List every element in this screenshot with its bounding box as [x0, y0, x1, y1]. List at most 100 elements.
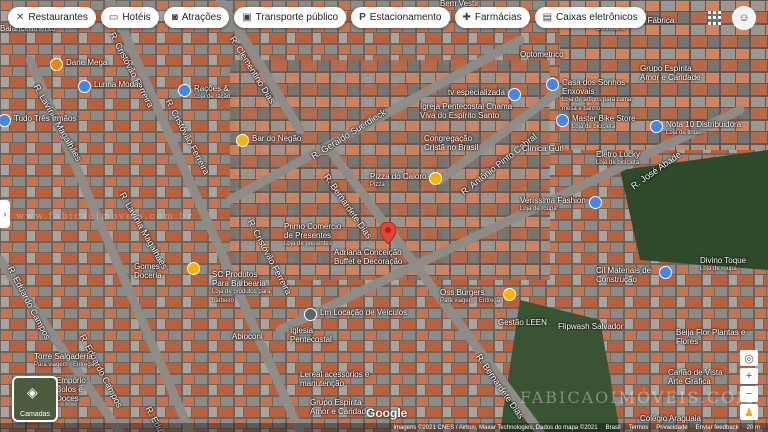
poi-marker[interactable]: Colégio Araguaia [640, 414, 701, 423]
poi-marker[interactable]: Lereal acessórios e manutenção [300, 370, 370, 388]
poi-label: Master Bike Store Loja de bicicleta [572, 114, 636, 130]
poi-marker[interactable]: Congregação Cristã no Brasil [424, 134, 484, 152]
chip-parking[interactable]: P Estacionamento [351, 7, 450, 28]
my-location-button[interactable]: ◎ [740, 350, 758, 366]
poi-marker[interactable]: Veríssima Fashion Loja de roupa [520, 196, 602, 214]
poi-marker[interactable]: Adriana Conceição Buffet e Decoração [334, 248, 406, 266]
chip-label: Atrações [181, 12, 222, 23]
poi-marker[interactable]: Grupo Espírita Amor e Caridade [310, 398, 374, 416]
poi-marker[interactable]: Nota 10 Distribuidora Loja de tintas [650, 120, 741, 138]
poi-marker[interactable]: Gestão LEEN [498, 318, 547, 327]
poi-marker[interactable]: Carlão de Vista Arte Gráfica [668, 368, 738, 386]
poi-marker[interactable]: Iglesia Pentecostal [290, 326, 338, 344]
zoom-in-button[interactable]: + [740, 368, 758, 384]
poi-label: Abioconi [232, 332, 263, 341]
poi-icon [236, 134, 249, 147]
collapse-panel-button[interactable]: › [0, 200, 10, 228]
poi-label: Nota 10 Distribuidora Loja de tintas [666, 120, 742, 136]
poi-marker[interactable]: Abioconi [232, 332, 263, 341]
poi-marker[interactable]: Flipwash Salvador [558, 322, 623, 331]
poi-label: Tudo Três Irmãos [14, 114, 77, 123]
poi-label: Iglesia Pentecostal [290, 326, 332, 344]
poi-label: Optometrico [520, 50, 564, 59]
map-footer: Imagens ©2021 CNES / Airbus, Maxar Techn… [0, 423, 768, 432]
poi-marker[interactable]: Empório Bolos e Doces [56, 376, 102, 403]
location-pin-icon[interactable] [379, 221, 397, 249]
hotel-icon: ▭ [108, 12, 119, 23]
chip-attractions[interactable]: ◙ Atrações [163, 7, 230, 28]
poi-icon [178, 84, 191, 97]
poi-icon [187, 262, 200, 275]
parking-icon: P [359, 12, 366, 23]
restaurant-icon: ✕ [16, 12, 25, 23]
poi-marker[interactable]: Torre Salgaderia Para viagem · Entrega [34, 352, 94, 370]
poi-marker[interactable]: tv especializada [448, 88, 521, 101]
poi-marker[interactable]: Lm Locação de Veículos [304, 308, 407, 321]
poi-label: Bar do Negão [252, 134, 302, 143]
poi-marker[interactable]: Primo Comércio de Presentes Loja de prese… [284, 222, 342, 249]
chip-label: Transporte público [255, 12, 339, 23]
chip-label: Farmácias [474, 12, 522, 23]
terms-link[interactable]: Termos [629, 425, 649, 431]
poi-icon [588, 196, 602, 209]
poi-icon [429, 172, 443, 185]
poi-label: Adriana Conceição Buffet e Decoração [334, 248, 403, 266]
poi-label: Veríssima Fashion Loja de roupa [520, 196, 586, 212]
poi-marker[interactable]: Tudo Três Irmãos [0, 114, 76, 127]
layers-button[interactable]: ◈ Camadas [12, 376, 58, 422]
avatar[interactable]: ☺ [732, 6, 756, 30]
layers-icon: ◈ [27, 384, 38, 400]
chip-public-transport[interactable]: ▣ Transporte público [234, 7, 347, 28]
poi-marker[interactable]: Eletro Lucky Loja de bicicleta [596, 150, 640, 168]
poi-label: Carlão de Vista Arte Gráfica [668, 368, 723, 386]
poi-marker[interactable]: SC Produtos Para Barbearia Loja de produt… [212, 270, 276, 306]
apps-grid-icon[interactable] [708, 11, 722, 25]
zoom-out-button[interactable]: − [740, 386, 758, 402]
poi-label: tv especializada [448, 88, 505, 97]
chip-label: Restaurantes [28, 12, 88, 23]
feedback-link[interactable]: Enviar feedback [696, 425, 739, 431]
poi-marker[interactable]: Master Bike Store Loja de bicicleta [556, 114, 636, 132]
poi-marker[interactable]: Igreja Pentecostal Chama Viva do Espírit… [420, 102, 520, 120]
chip-restaurants[interactable]: ✕ Restaurantes [8, 7, 96, 28]
chip-hotels[interactable]: ▭ Hotéis [100, 7, 159, 28]
poi-label: Lunna Modas [94, 80, 143, 89]
poi-marker[interactable]: Oss Burgers Para viagem · Entrega [440, 288, 517, 306]
poi-label: Pizza do Caloro Pizza [370, 172, 427, 188]
pegman-icon[interactable]: ♟ [740, 404, 758, 420]
region-link[interactable]: Brasil [606, 425, 621, 431]
poi-marker[interactable]: Casa dos Sonhos Enxovais Loja de artigos … [546, 78, 638, 114]
poi-marker[interactable]: Cil Materiais de Construção [596, 266, 672, 284]
poi-label: Empório Bolos e Doces [56, 376, 86, 403]
poi-marker[interactable]: Optometrico [520, 50, 564, 59]
poi-marker[interactable]: Lunna Modas [78, 80, 142, 93]
account-area: ☺ [708, 6, 756, 30]
google-logo: Google [366, 406, 408, 420]
poi-marker[interactable]: Divino Toque Loja de roupa [700, 256, 746, 274]
poi-marker[interactable]: Pizza do Caloro Pizza [370, 172, 443, 190]
chip-label: Hotéis [122, 12, 151, 23]
poi-label: Primo Comércio de Presentes Loja de prese… [284, 222, 342, 247]
poi-marker[interactable]: Bar do Negão [236, 134, 301, 147]
poi-label: Flipwash Salvador [558, 322, 624, 331]
poi-label: Congregação Cristã no Brasil [424, 134, 479, 152]
chip-atms[interactable]: ▤ Caixas eletrônicos [534, 7, 646, 28]
poi-label: Gestão LEEN [498, 318, 547, 327]
poi-marker[interactable]: Grupo Espírita Amor e Caridade [640, 64, 704, 82]
poi-marker[interactable]: Clínica Gurl [522, 144, 564, 153]
poi-icon [503, 288, 517, 301]
poi-icon [78, 80, 91, 93]
poi-marker[interactable]: Dane Mega [50, 58, 107, 71]
bus-icon: ▣ [242, 12, 252, 23]
chip-pharmacies[interactable]: ✚ Farmácias [454, 7, 530, 28]
poi-marker[interactable]: Gomes Doceria [134, 262, 200, 280]
chip-label: Caixas eletrônicos [556, 12, 638, 23]
watermark-text: FABICAOIMÓVEIS.COM [520, 388, 755, 407]
scale-label: 20 m [746, 424, 760, 431]
poi-marker[interactable]: Beija Flor Plantas e Flores [676, 328, 766, 346]
poi-marker[interactable]: Rações & Loja de ração [178, 84, 230, 102]
privacy-link[interactable]: Privacidade [656, 425, 687, 431]
satellite-map[interactable]: R. Cristóvão Ferreira R. Cristóvão Ferre… [0, 0, 768, 432]
poi-label: Divino Toque Loja de roupa [700, 256, 747, 272]
poi-label: SC Produtos Para Barbearia Loja de produt… [212, 270, 271, 304]
